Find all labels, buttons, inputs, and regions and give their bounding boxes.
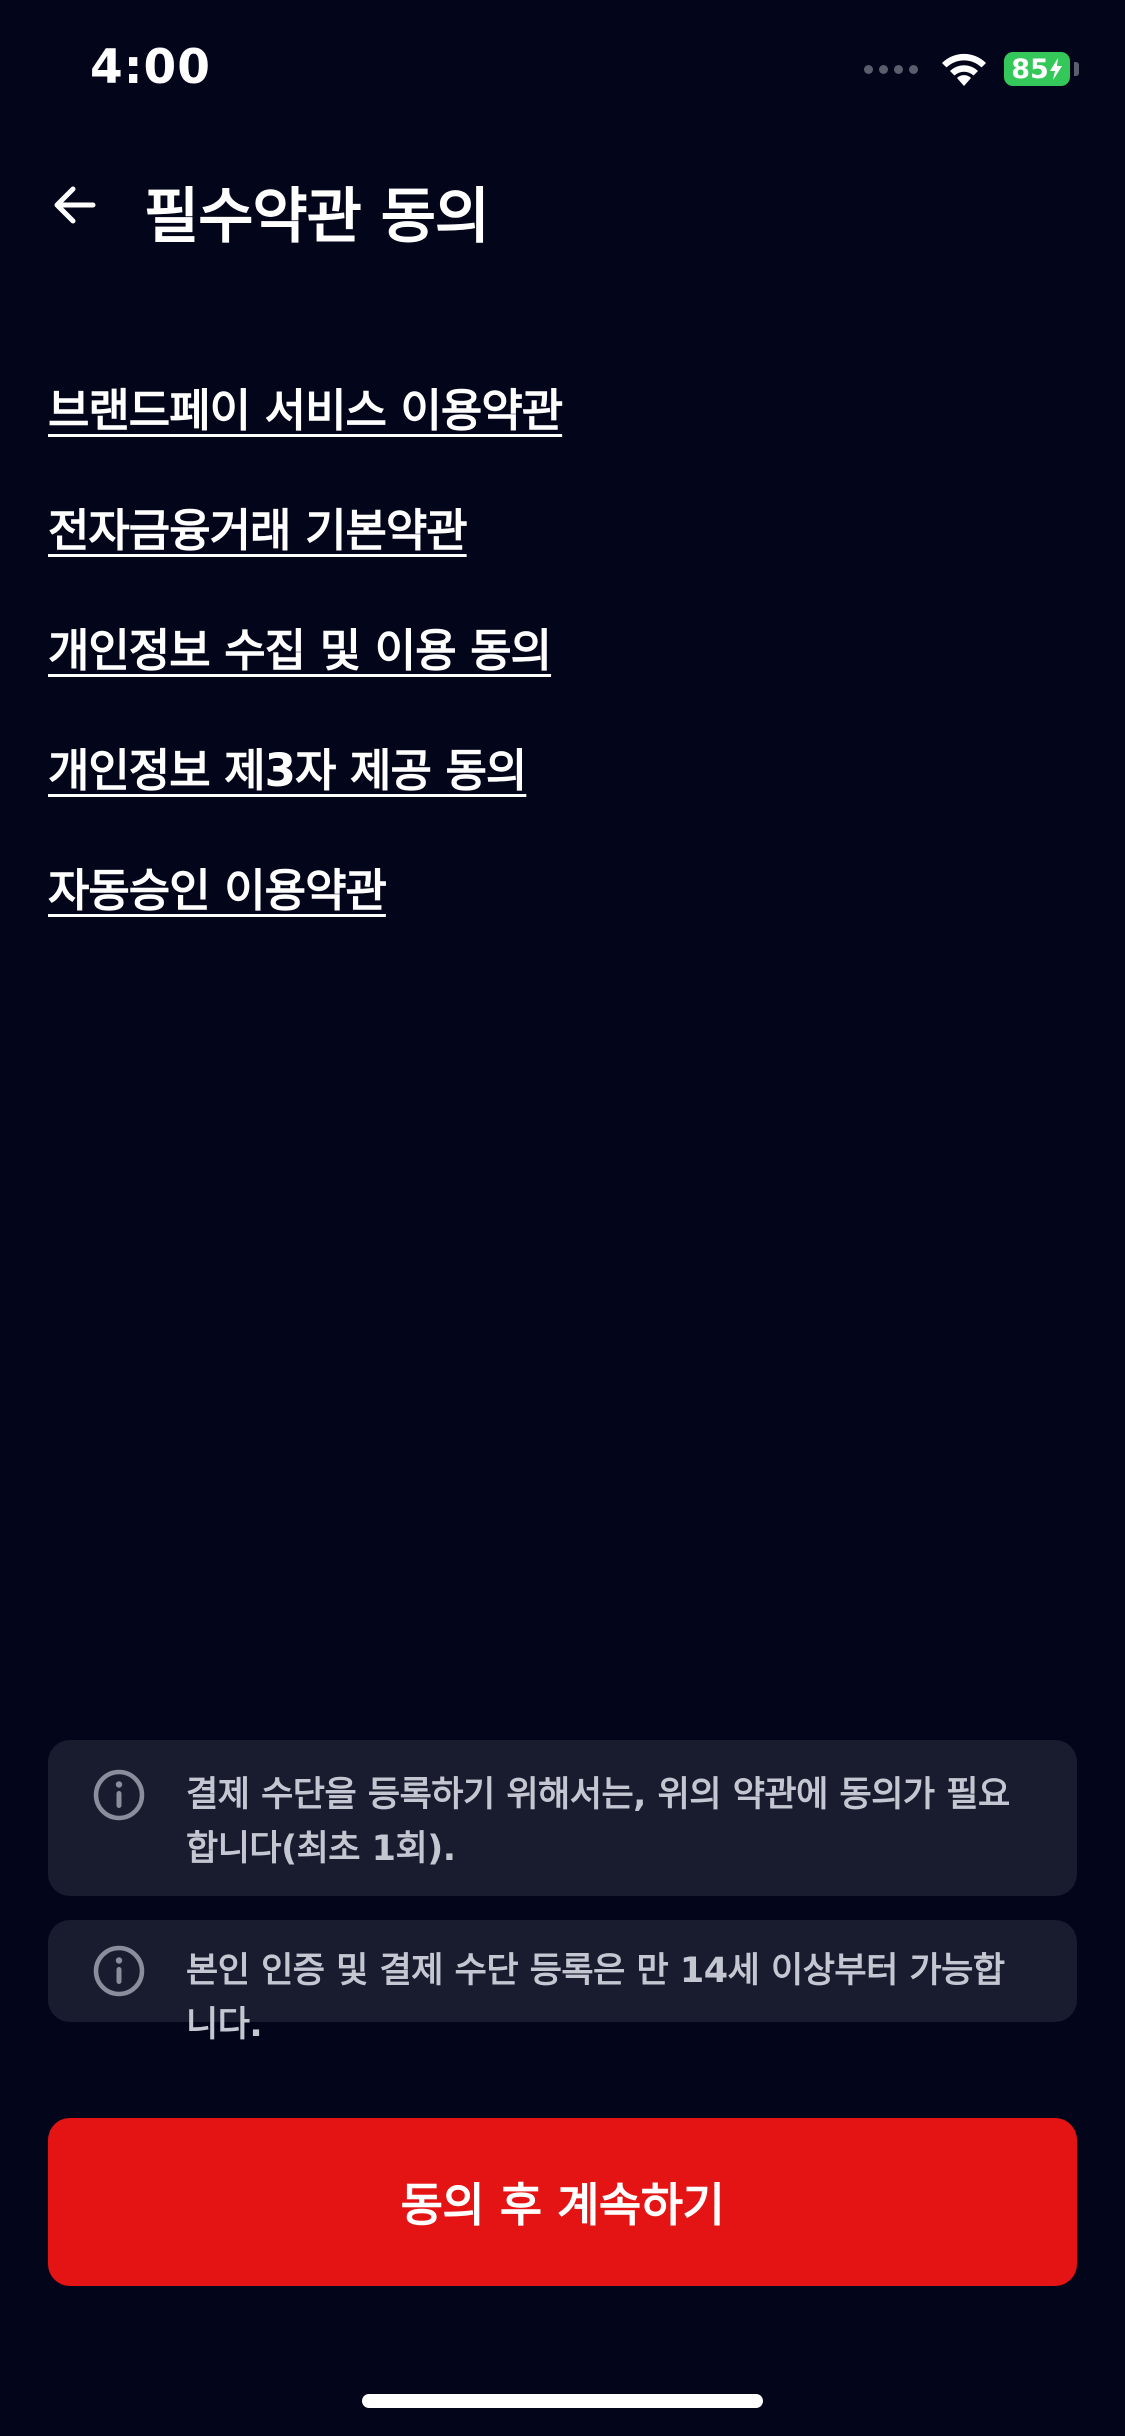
term-link-third-party-sharing[interactable]: 개인정보 제3자 제공 동의 xyxy=(48,734,1078,854)
cellular-signal-icon xyxy=(864,64,918,74)
status-bar: 4:00 85 xyxy=(0,0,1125,140)
term-link-auto-approval[interactable]: 자동승인 이용약관 xyxy=(48,854,1078,974)
notice-text: 결제 수단을 등록하기 위해서는, 위의 약관에 동의가 필요합니다(최초 1회… xyxy=(186,1775,1010,1869)
terms-list: 브랜드페이 서비스 이용약관 전자금융거래 기본약관 개인정보 수집 및 이용 … xyxy=(48,374,1078,974)
header: 필수약관 동의 xyxy=(0,160,1125,252)
home-indicator[interactable] xyxy=(362,2394,763,2408)
term-link-privacy-collection[interactable]: 개인정보 수집 및 이용 동의 xyxy=(48,614,1078,734)
info-icon xyxy=(93,1769,145,1821)
charging-bolt-icon xyxy=(1049,58,1062,80)
status-time: 4:00 xyxy=(90,40,211,95)
term-link-electronic-finance[interactable]: 전자금융거래 기본약관 xyxy=(48,494,1078,614)
term-link-brandpay-service[interactable]: 브랜드페이 서비스 이용약관 xyxy=(48,374,1078,494)
wifi-icon xyxy=(942,53,986,86)
arrow-left-icon xyxy=(54,186,96,224)
page-title: 필수약관 동의 xyxy=(144,182,490,252)
info-icon xyxy=(93,1945,145,1997)
battery-cap xyxy=(1074,62,1079,76)
status-indicators: 85 xyxy=(864,48,1079,90)
battery-icon: 85 xyxy=(1004,52,1070,86)
notice-terms-required: 결제 수단을 등록하기 위해서는, 위의 약관에 동의가 필요합니다(최초 1회… xyxy=(48,1740,1077,1896)
notice-age-requirement: 본인 인증 및 결제 수단 등록은 만 14세 이상부터 가능합니다. xyxy=(48,1920,1077,2045)
notice-text: 본인 인증 및 결제 수단 등록은 만 14세 이상부터 가능합니다. xyxy=(186,1951,1005,2045)
back-button[interactable] xyxy=(40,170,110,240)
agree-and-continue-button[interactable]: 동의 후 계속하기 xyxy=(48,2118,1077,2286)
battery-level: 85 xyxy=(1011,53,1049,85)
